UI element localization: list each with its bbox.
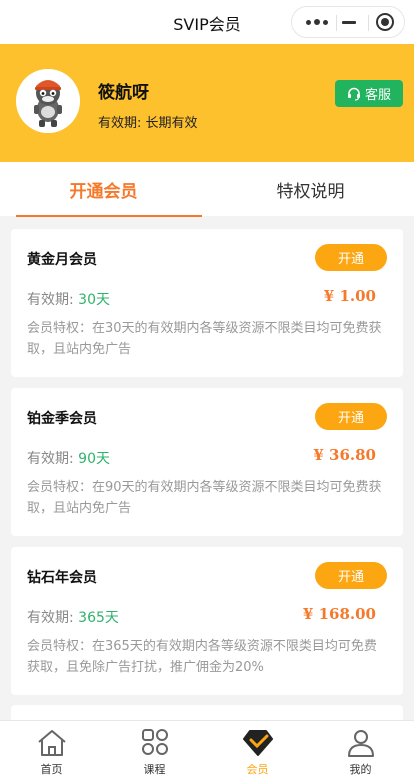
tabbar-label: 我的 (349, 763, 372, 776)
plan-description: 会员特权：在30天的有效期内各等级资源不限类目均可免费获取，且站内免广告 (27, 321, 382, 357)
tab-privilege-info[interactable]: 特权说明 (207, 162, 414, 216)
tabbar-label: 会员 (246, 763, 269, 776)
user-icon (348, 730, 374, 757)
avatar[interactable] (16, 69, 80, 133)
minimize-icon[interactable] (342, 21, 356, 24)
plan-name: 钻石年会员 (27, 570, 97, 586)
plan-name: 铂金季会员 (27, 411, 97, 427)
bottom-tab-bar: 首页 课程 会员 我的 (0, 720, 414, 782)
validity-days: 30天 (78, 292, 110, 308)
plan-price: ¥ 1.00 (323, 287, 376, 305)
plan-validity: 有效期: 30天 (27, 289, 110, 309)
more-menu-icon[interactable] (302, 15, 332, 29)
plan-card-gold-month: 黄金月会员 开通 有效期: 30天 ¥ 1.00 会员特权：在30天的有效期内各… (11, 229, 403, 377)
open-plan-button[interactable]: 开通 (315, 562, 387, 589)
customer-service-button[interactable]: 客服 (335, 80, 403, 107)
close-miniprogram-icon[interactable] (376, 13, 394, 31)
tabbar-item-home[interactable]: 首页 (0, 721, 103, 782)
validity-days: 90天 (78, 451, 110, 467)
headset-icon (347, 87, 360, 101)
membership-tabs: 开通会员 特权说明 (0, 162, 414, 217)
username: 筱航呀 (98, 83, 149, 103)
plan-price: ¥ 36.80 (313, 446, 376, 464)
plan-validity: 有效期: 365天 (27, 607, 119, 627)
validity-prefix: 有效期: (27, 292, 74, 308)
open-plan-button[interactable]: 开通 (315, 403, 387, 430)
plan-validity: 有效期: 90天 (27, 448, 110, 468)
tabbar-item-mine[interactable]: 我的 (309, 721, 412, 782)
home-icon (38, 730, 66, 756)
plan-card-diamond-year: 钻石年会员 开通 有效期: 365天 ¥ 168.00 会员特权：在365天的有… (11, 547, 403, 695)
open-plan-button[interactable]: 开通 (315, 244, 387, 271)
profile-header: 筱航呀 有效期: 长期有效 客服 (0, 44, 414, 162)
navigation-bar: SVIP会员 (0, 0, 414, 44)
vip-diamond-icon (243, 730, 273, 756)
plan-description: 会员特权：在90天的有效期内各等级资源不限类目均可免费获取，且站内免广告 (27, 480, 382, 516)
plan-name: 黄金月会员 (27, 252, 97, 268)
tabbar-item-course[interactable]: 课程 (103, 721, 206, 782)
tabbar-item-vip[interactable]: 会员 (206, 721, 309, 782)
active-tab-indicator (16, 215, 202, 217)
plan-description: 会员特权：在365天的有效期内各等级资源不限类目均可免费获取，且免除广告打扰，推… (27, 639, 377, 675)
grid-icon (142, 729, 168, 755)
mini-program-capsule (291, 6, 405, 38)
customer-service-label: 客服 (364, 88, 391, 103)
membership-validity: 有效期: 长期有效 (98, 116, 198, 131)
tabbar-label: 首页 (40, 763, 63, 776)
plan-price: ¥ 168.00 (302, 605, 376, 623)
validity-prefix: 有效期: (27, 451, 74, 467)
validity-prefix: 有效期: (27, 610, 74, 626)
plan-card-platinum-quarter: 铂金季会员 开通 有效期: 90天 ¥ 36.80 会员特权：在90天的有效期内… (11, 388, 403, 536)
validity-days: 365天 (78, 610, 119, 626)
tab-open-membership[interactable]: 开通会员 (0, 162, 207, 216)
capsule-divider (336, 15, 337, 31)
tabbar-label: 课程 (143, 763, 166, 776)
capsule-divider (368, 15, 369, 31)
